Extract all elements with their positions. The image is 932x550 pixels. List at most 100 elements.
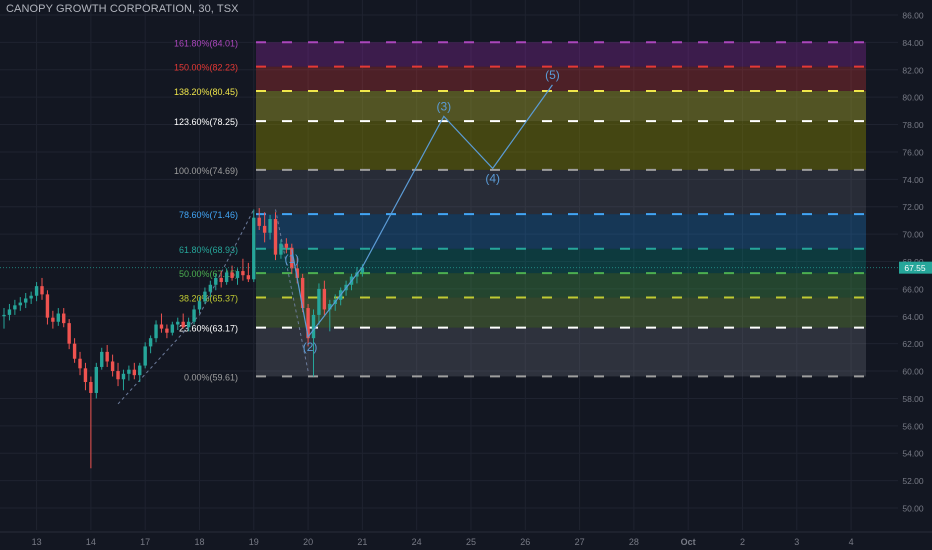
time-tick-label: 24 <box>412 537 422 547</box>
price-tick-label: 52.00 <box>902 476 924 486</box>
candle-body <box>208 284 213 292</box>
fib-level-label: 78.60%(71.46) <box>179 210 238 220</box>
time-tick-label: 19 <box>249 537 259 547</box>
price-axis-bg <box>898 0 932 550</box>
fib-zone <box>256 121 866 170</box>
candle-body <box>51 317 55 322</box>
candle-body <box>311 314 316 339</box>
wave-label: (2) <box>303 340 318 354</box>
fib-zone <box>256 42 866 67</box>
wave-label: (4) <box>485 171 500 185</box>
price-tick-label: 74.00 <box>902 175 924 185</box>
candle-body <box>24 298 28 303</box>
price-chart[interactable]: 0.00%(59.61)23.60%(63.17)38.20%(65.37)50… <box>0 0 932 550</box>
candle-body <box>246 275 251 280</box>
time-tick-label: Oct <box>681 537 696 547</box>
time-tick-label: 4 <box>849 537 854 547</box>
time-tick-label: 18 <box>194 537 204 547</box>
time-tick-label: 17 <box>140 537 150 547</box>
fib-zone <box>256 91 866 122</box>
price-tick-label: 82.00 <box>902 65 924 75</box>
price-axis[interactable]: 86.00 84.00 82.00 80.00 78.00 76.00 74.00 72.00… <box>898 0 932 550</box>
candle-body <box>159 324 164 329</box>
last-price-label: 67.55 <box>904 263 926 273</box>
fib-level-label: 161.80%(84.01) <box>174 38 238 48</box>
candle-body <box>45 294 50 318</box>
candle-body <box>170 324 175 333</box>
wave-label: (5) <box>545 68 560 82</box>
candle-body <box>268 219 272 233</box>
candle-body <box>2 314 6 317</box>
time-tick-label: 21 <box>357 537 367 547</box>
time-tick-label: 2 <box>740 537 745 547</box>
time-axis[interactable]: 13 14 17 18 19 20 21 24 25 26 27 28 Oct 2 3 4 <box>0 531 932 550</box>
fib-level-label: 61.80%(68.93) <box>179 245 238 255</box>
candle-body <box>176 321 180 325</box>
candle-body <box>165 328 169 333</box>
candle-body <box>235 271 240 278</box>
candle-body <box>284 243 289 248</box>
fib-zone <box>256 66 866 92</box>
candle-body <box>241 271 245 276</box>
candle-body <box>186 321 191 328</box>
candle-body <box>29 295 33 299</box>
candle-body <box>257 217 261 226</box>
time-tick-label: 20 <box>303 537 313 547</box>
price-tick-label: 72.00 <box>902 202 924 212</box>
candle-body <box>34 286 39 296</box>
time-tick-label: 3 <box>794 537 799 547</box>
candle-body <box>138 365 142 376</box>
candle-body <box>110 361 115 372</box>
candle-body <box>219 277 223 283</box>
price-tick-label: 58.00 <box>902 394 924 404</box>
fib-zone <box>256 297 866 328</box>
price-tick-label: 66.00 <box>902 284 924 294</box>
candle-body <box>7 309 12 315</box>
price-tick-label: 64.00 <box>902 312 924 322</box>
time-tick-label: 28 <box>629 537 639 547</box>
fib-level-label: 150.00%(82.23) <box>174 63 238 73</box>
candle-body <box>203 291 207 302</box>
fib-zone <box>256 248 866 274</box>
candle-body <box>56 313 60 322</box>
candle-body <box>78 358 82 369</box>
price-tick-label: 78.00 <box>902 120 924 130</box>
time-tick-label: 14 <box>86 537 96 547</box>
wave-label: (3) <box>436 99 451 113</box>
candle-body <box>214 277 218 285</box>
price-tick-label: 62.00 <box>902 339 924 349</box>
fib-zone <box>256 169 866 215</box>
fib-zone <box>256 214 866 249</box>
price-tick-label: 50.00 <box>902 504 924 514</box>
price-tick-label: 86.00 <box>902 11 924 21</box>
price-tick-label: 70.00 <box>902 230 924 240</box>
candle-body <box>116 371 120 380</box>
candle-body <box>13 305 17 310</box>
fib-level-label: 123.60%(78.25) <box>174 117 238 127</box>
candle-body <box>192 309 196 322</box>
candle-body <box>121 373 126 380</box>
time-tick-label: 25 <box>466 537 476 547</box>
candle-body <box>148 338 153 347</box>
candle-body <box>40 286 44 295</box>
price-tick-label: 80.00 <box>902 93 924 103</box>
candle-body <box>100 351 104 367</box>
candle-body <box>262 225 267 233</box>
candle-body <box>252 217 256 280</box>
candle-body <box>154 324 158 339</box>
fib-level-label: 0.00%(59.61) <box>184 372 238 382</box>
fib-extension[interactable]: 0.00%(59.61)23.60%(63.17)38.20%(65.37)50… <box>174 38 866 382</box>
candle-body <box>224 272 229 283</box>
time-tick-label: 27 <box>575 537 585 547</box>
candle-body <box>132 369 137 376</box>
candle-body <box>279 243 283 255</box>
candle-body <box>72 343 77 359</box>
candle-body <box>127 369 131 374</box>
candle-body <box>230 272 234 278</box>
candle-body <box>18 302 22 306</box>
candle-body <box>67 323 71 344</box>
candle-body <box>143 346 147 366</box>
price-tick-label: 76.00 <box>902 147 924 157</box>
time-tick-label: 26 <box>520 537 530 547</box>
candle-body <box>273 219 278 255</box>
